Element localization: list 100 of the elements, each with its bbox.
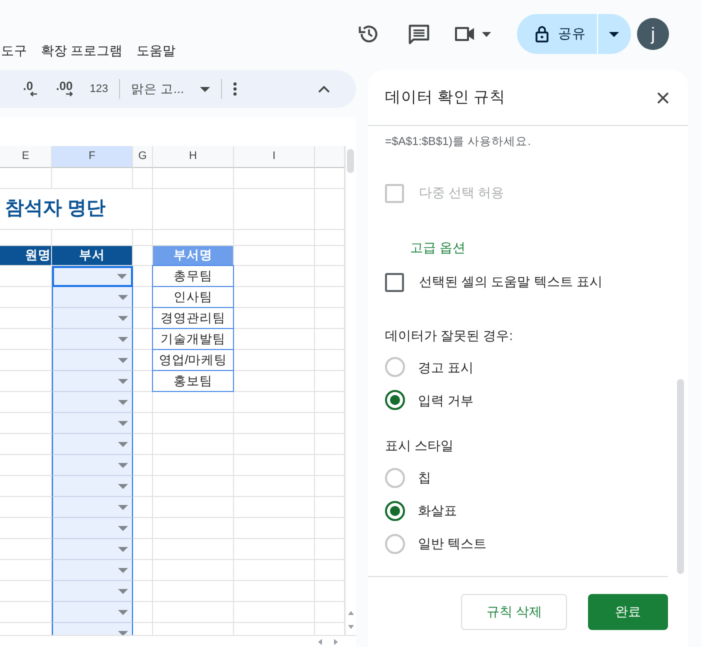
grid-cell[interactable] <box>0 168 52 189</box>
column-header[interactable]: F <box>52 146 133 168</box>
grid-cell[interactable] <box>153 392 234 413</box>
panel-scrollbar[interactable] <box>677 379 684 574</box>
dropdown-arrow-icon[interactable] <box>118 568 128 572</box>
grid-cell[interactable] <box>234 392 315 413</box>
dropdown-cell[interactable] <box>52 266 133 287</box>
dropdown-arrow-icon[interactable] <box>118 336 128 342</box>
grid-cell[interactable] <box>133 455 153 476</box>
grid-cell[interactable] <box>234 329 315 350</box>
dropdown-arrow-icon[interactable] <box>118 358 128 362</box>
grid-cell[interactable] <box>234 560 315 581</box>
dropdown-arrow-icon[interactable] <box>118 504 128 510</box>
grid-cell[interactable] <box>133 230 153 246</box>
grid-cell[interactable] <box>153 434 234 455</box>
dropdown-arrow-icon[interactable] <box>117 274 127 279</box>
dropdown-arrow-icon[interactable] <box>118 400 128 404</box>
radio-button[interactable] <box>385 500 405 521</box>
grid-cell[interactable] <box>234 287 315 308</box>
checkbox[interactable] <box>385 272 404 292</box>
dropdown-cell[interactable] <box>52 455 133 476</box>
grid-cell[interactable] <box>234 434 315 455</box>
history-icon[interactable] <box>358 23 380 45</box>
grid-cell[interactable] <box>153 168 234 189</box>
dropdown-arrow-icon[interactable] <box>118 484 128 488</box>
grid-cell[interactable] <box>153 602 234 623</box>
grid-cell[interactable] <box>234 246 315 266</box>
dropdown-cell[interactable] <box>52 413 133 434</box>
decrease-decimal-button[interactable]: .0 <box>18 75 44 103</box>
dropdown-cell[interactable] <box>52 392 133 413</box>
vertical-scrollbar[interactable] <box>345 146 356 635</box>
column-header[interactable] <box>315 146 345 168</box>
grid-cell[interactable] <box>234 602 315 623</box>
dropdown-arrow-icon[interactable] <box>118 378 128 384</box>
menu-item[interactable]: 도구 <box>1 41 27 65</box>
radio-button[interactable] <box>385 534 405 554</box>
grid-cell[interactable] <box>234 308 315 329</box>
comment-icon[interactable] <box>408 23 430 45</box>
dropdown-cell[interactable] <box>52 371 133 392</box>
dropdown-arrow-icon[interactable] <box>118 546 128 552</box>
dropdown-cell[interactable] <box>52 497 133 518</box>
close-icon[interactable] <box>657 92 669 104</box>
grid-cell[interactable] <box>234 230 315 246</box>
grid-cell[interactable] <box>153 413 234 434</box>
dropdown-cell[interactable] <box>52 581 133 602</box>
grid-cell[interactable] <box>153 560 234 581</box>
dropdown-cell[interactable] <box>52 539 133 560</box>
increase-decimal-button[interactable]: .00 <box>51 75 79 103</box>
dropdown-cell[interactable] <box>52 434 133 455</box>
column-header[interactable]: I <box>234 146 315 168</box>
grid-cell[interactable] <box>133 602 153 623</box>
grid-cell[interactable] <box>234 497 315 518</box>
dropdown-arrow-icon[interactable] <box>118 610 128 614</box>
grid-cell[interactable] <box>153 497 234 518</box>
scroll-right-icon[interactable] <box>332 636 340 646</box>
delete-rule-button[interactable]: 규칙 삭제 <box>461 594 567 630</box>
radio-button[interactable] <box>385 468 405 488</box>
dropdown-arrow-icon[interactable] <box>118 588 128 594</box>
grid-cell[interactable] <box>133 413 153 434</box>
scroll-down-icon[interactable] <box>346 623 356 631</box>
dropdown-arrow-icon[interactable] <box>118 316 128 320</box>
grid-cell[interactable] <box>234 266 315 287</box>
dropdown-arrow-icon[interactable] <box>118 462 128 468</box>
grid-cell[interactable] <box>52 168 133 189</box>
radio-button[interactable] <box>385 357 405 378</box>
scroll-up-icon[interactable] <box>346 609 356 617</box>
grid-cell[interactable] <box>234 168 315 189</box>
dropdown-cell[interactable] <box>52 602 133 623</box>
column-header[interactable]: H <box>153 146 234 168</box>
grid-cell[interactable] <box>153 189 234 230</box>
grid-cell[interactable] <box>153 476 234 497</box>
grid-cell[interactable] <box>133 168 153 189</box>
dropdown-arrow-icon[interactable] <box>118 442 128 446</box>
collapse-icon[interactable] <box>318 85 330 93</box>
grid-cell[interactable] <box>234 189 315 230</box>
grid-cell[interactable] <box>133 476 153 497</box>
grid-cell[interactable] <box>133 434 153 455</box>
dropdown-cell[interactable] <box>52 308 133 329</box>
grid-cell[interactable] <box>153 518 234 539</box>
grid-cell[interactable] <box>234 350 315 371</box>
grid-cell[interactable] <box>133 581 153 602</box>
grid-cell[interactable] <box>234 539 315 560</box>
dropdown-cell[interactable] <box>52 560 133 581</box>
dropdown-cell[interactable] <box>52 518 133 539</box>
grid-cell[interactable] <box>133 560 153 581</box>
column-header[interactable]: E <box>0 146 52 168</box>
video-call-icon[interactable] <box>454 25 491 43</box>
account-avatar[interactable]: j <box>637 18 669 50</box>
menu-item[interactable]: 확장 프로그램 <box>41 41 123 65</box>
grid-cell[interactable] <box>234 518 315 539</box>
font-dropdown[interactable]: 맑은 고... <box>126 75 215 103</box>
grid-cell[interactable] <box>234 455 315 476</box>
dropdown-arrow-icon[interactable] <box>118 294 128 300</box>
dropdown-cell[interactable] <box>52 476 133 497</box>
column-header[interactable]: G <box>133 146 153 168</box>
dropdown-arrow-icon[interactable] <box>118 630 128 635</box>
grid-cell[interactable] <box>133 497 153 518</box>
menu-item[interactable]: 도움말 <box>136 41 176 65</box>
grid-cell[interactable] <box>133 392 153 413</box>
dropdown-cell[interactable] <box>52 329 133 350</box>
